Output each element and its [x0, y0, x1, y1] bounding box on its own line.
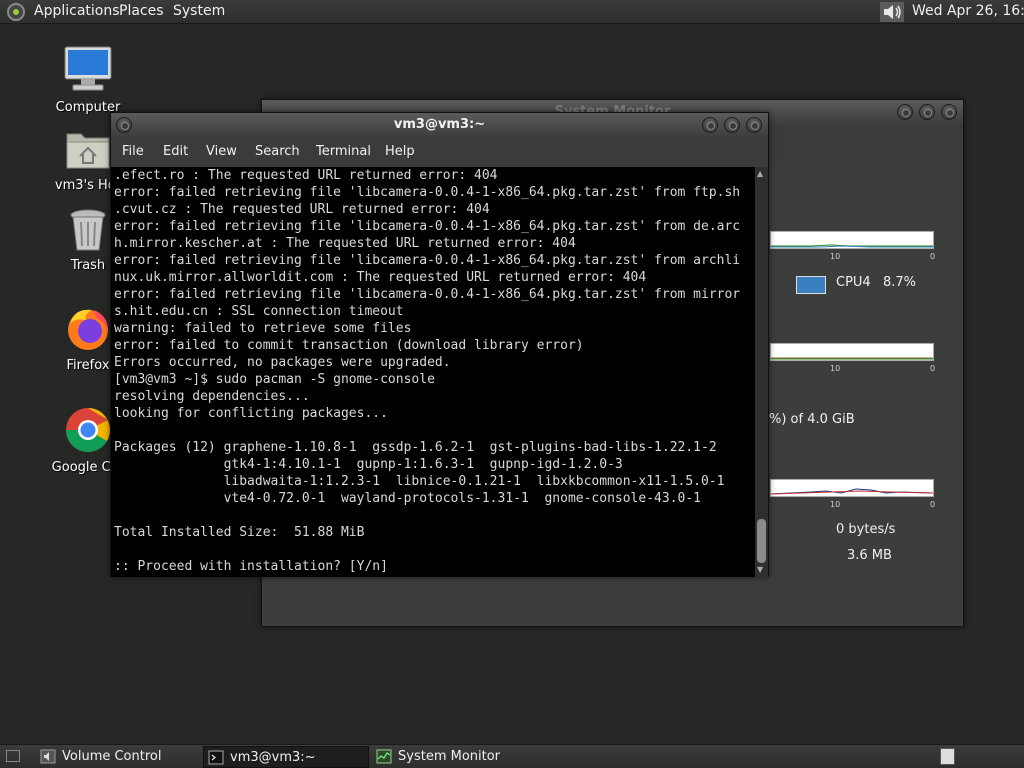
terminal-line: .cvut.cz : The requested URL returned er…: [114, 202, 490, 217]
terminal-line: error: failed retrieving file 'libcamera…: [114, 287, 741, 302]
network-history-graph: [770, 479, 934, 497]
graph-tick: 10: [830, 252, 841, 261]
applications-menu[interactable]: Applications: [34, 3, 120, 19]
cpu4-label: CPU4: [836, 275, 871, 290]
terminal-window[interactable]: vm3@vm3:~ File Edit View Search Terminal…: [110, 112, 769, 577]
scrollbar-thumb[interactable]: [757, 519, 766, 563]
system-monitor-icon: [376, 749, 392, 764]
volume-control-icon: [40, 749, 56, 764]
terminal-scrollbar[interactable]: ▲ ▼: [755, 167, 768, 577]
network-total: 3.6 MB: [847, 548, 892, 563]
terminal-line: Errors occurred, no packages were upgrad…: [114, 355, 451, 370]
menu-terminal[interactable]: Terminal: [316, 144, 371, 159]
graph-tick: 10: [830, 500, 841, 509]
window-title: vm3@vm3:~: [393, 117, 486, 132]
close-button[interactable]: [941, 104, 957, 120]
minimize-button[interactable]: [702, 117, 718, 133]
terminal-line: Total Installed Size: 51.88 MiB: [114, 525, 365, 540]
firefox-icon: [68, 309, 108, 350]
terminal-line: vte4-0.72.0-1 wayland-protocols-1.31-1 g…: [114, 491, 701, 506]
terminal-prompt-line: :: Proceed with installation? [Y/n]: [114, 559, 388, 574]
scroll-down-icon[interactable]: ▼: [757, 565, 763, 574]
top-panel: Applications Places System Wed Apr 26, 1…: [0, 0, 1024, 24]
menu-search[interactable]: Search: [255, 144, 300, 159]
terminal-line: s.hit.edu.cn : SSL connection timeout: [114, 304, 404, 319]
close-button[interactable]: [746, 117, 762, 133]
minimize-button[interactable]: [897, 104, 913, 120]
task-terminal[interactable]: vm3@vm3:~: [203, 746, 369, 768]
terminal-line: resolving dependencies...: [114, 389, 310, 404]
cpu-history-graph: [770, 231, 934, 249]
volume-icon[interactable]: [880, 2, 904, 22]
terminal-line: error: failed retrieving file 'libcamera…: [114, 253, 741, 268]
terminal-line: nux.uk.mirror.allworldit.com : The reque…: [114, 270, 647, 285]
workspace-switcher[interactable]: [940, 748, 955, 765]
terminal-line: .efect.ro : The requested URL returned e…: [114, 168, 498, 183]
distro-logo-icon[interactable]: [7, 3, 25, 21]
computer-icon: [64, 46, 112, 91]
terminal-output[interactable]: .efect.ro : The requested URL returned e…: [111, 167, 755, 577]
task-system-monitor[interactable]: System Monitor: [372, 746, 534, 768]
cpu4-color-swatch[interactable]: [796, 276, 826, 294]
graph-tick: 0: [930, 364, 936, 373]
maximize-button[interactable]: [919, 104, 935, 120]
terminal-line: warning: failed to retrieve some files: [114, 321, 412, 336]
places-menu[interactable]: Places: [119, 3, 164, 19]
desktop-icon-computer[interactable]: Computer: [38, 46, 138, 115]
cpu4-value: 8.7%: [883, 275, 917, 290]
bottom-panel: Volume Control vm3@vm3:~ System Monitor: [0, 744, 1024, 768]
task-volume-control[interactable]: Volume Control: [36, 746, 198, 768]
terminal-line: error: failed retrieving file 'libcamera…: [114, 185, 741, 200]
terminal-titlebar[interactable]: vm3@vm3:~: [111, 113, 768, 137]
menu-help[interactable]: Help: [385, 144, 415, 159]
terminal-line: gtk4-1:4.10.1-1 gupnp-1:1.6.3-1 gupnp-ig…: [114, 457, 623, 472]
trash-icon: [70, 209, 106, 251]
task-label: Volume Control: [62, 749, 162, 764]
task-label: vm3@vm3:~: [230, 750, 316, 765]
window-menu-button[interactable]: [116, 117, 132, 133]
show-desktop-icon[interactable]: [6, 750, 20, 762]
terminal-menubar: File Edit View Search Terminal Help: [111, 137, 768, 167]
system-menu[interactable]: System: [173, 3, 225, 19]
terminal-line: Packages (12) graphene-1.10.8-1 gssdp-1.…: [114, 440, 717, 455]
graph-tick: 0: [930, 500, 936, 509]
graph-tick: 10: [830, 364, 841, 373]
network-rate: 0 bytes/s: [836, 522, 896, 537]
terminal-line: error: failed to commit transaction (dow…: [114, 338, 584, 353]
graph-tick: 0: [930, 252, 936, 261]
menu-view[interactable]: View: [206, 144, 237, 159]
memory-history-graph: [770, 343, 934, 361]
task-label: System Monitor: [398, 749, 501, 764]
terminal-icon: [208, 750, 224, 765]
chrome-icon: [66, 408, 110, 452]
menu-file[interactable]: File: [122, 144, 144, 159]
memory-usage-text: %) of 4.0 GiB: [769, 412, 855, 427]
clock[interactable]: Wed Apr 26, 16:41: [912, 3, 1024, 19]
maximize-button[interactable]: [724, 117, 740, 133]
menu-edit[interactable]: Edit: [163, 144, 188, 159]
scroll-up-icon[interactable]: ▲: [757, 169, 763, 178]
terminal-line: libadwaita-1:1.2.3-1 libnice-0.1.21-1 li…: [114, 474, 725, 489]
terminal-line: error: failed retrieving file 'libcamera…: [114, 219, 741, 234]
terminal-line: [vm3@vm3 ~]$ sudo pacman -S gnome-consol…: [114, 372, 435, 387]
terminal-line: looking for conflicting packages...: [114, 406, 388, 421]
terminal-line: h.mirror.kescher.at : The requested URL …: [114, 236, 576, 251]
home-folder-icon: [66, 133, 110, 169]
